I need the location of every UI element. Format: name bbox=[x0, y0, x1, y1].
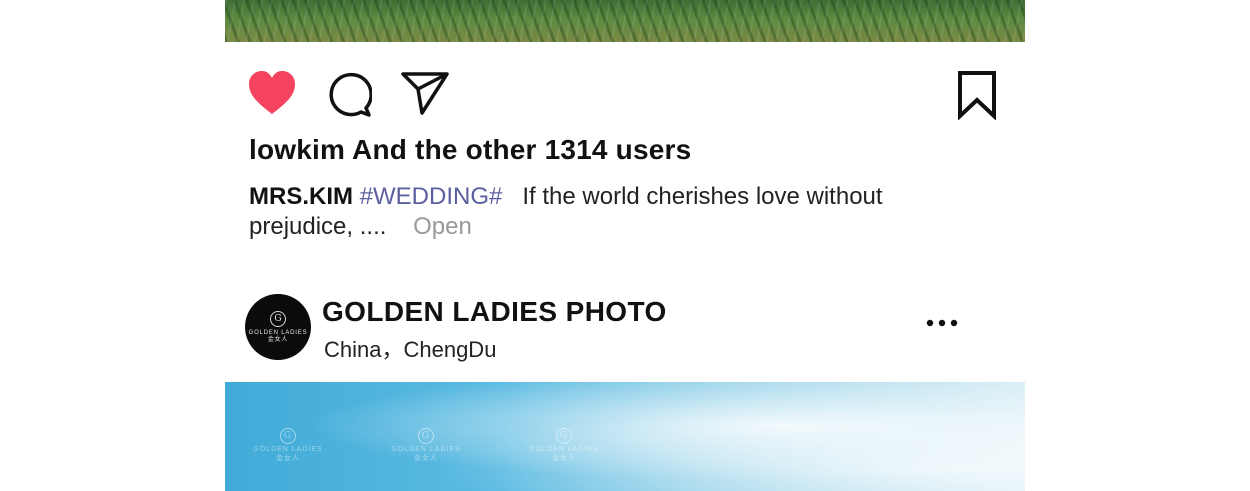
avatar-logo-mark: G bbox=[270, 310, 286, 327]
watermark: G GOLDEN LADIES 金女人 bbox=[248, 428, 328, 463]
account-name[interactable]: GOLDEN LADIES PHOTO bbox=[322, 296, 667, 328]
post-photo[interactable] bbox=[225, 0, 1025, 42]
post-caption: MRS.KIM #WEDDING# If the world cherishes… bbox=[249, 182, 949, 242]
bookmark-icon[interactable] bbox=[957, 70, 997, 120]
comment-icon[interactable] bbox=[326, 72, 372, 118]
caption-hashtag[interactable]: #WEDDING# bbox=[360, 183, 503, 210]
post-location[interactable]: China，ChengDu bbox=[324, 332, 496, 364]
heart-icon[interactable] bbox=[247, 70, 297, 116]
watermark: G GOLDEN LADIES 金女人 bbox=[386, 428, 466, 463]
post-action-bar bbox=[225, 42, 1025, 132]
feed: lowkim And the other 1314 users MRS.KIM … bbox=[225, 0, 1025, 491]
caption-open-link[interactable]: Open bbox=[413, 213, 472, 240]
next-post-photo[interactable]: G GOLDEN LADIES 金女人 G GOLDEN LADIES 金女人 … bbox=[225, 382, 1025, 491]
caption-author[interactable]: MRS.KIM bbox=[249, 183, 353, 210]
post-header: G GOLDEN LADIES 金女人 GOLDEN LADIES PHOTO … bbox=[225, 290, 1025, 366]
send-icon[interactable] bbox=[400, 70, 450, 116]
likes-summary[interactable]: lowkim And the other 1314 users bbox=[249, 134, 691, 166]
avatar[interactable]: G GOLDEN LADIES 金女人 bbox=[245, 294, 311, 360]
more-icon[interactable] bbox=[925, 316, 959, 330]
avatar-brand-sub: 金女人 bbox=[267, 336, 289, 343]
watermark: G GOLDEN LADIES 金女人 bbox=[524, 428, 604, 463]
avatar-brand: GOLDEN LADIES bbox=[248, 329, 308, 336]
